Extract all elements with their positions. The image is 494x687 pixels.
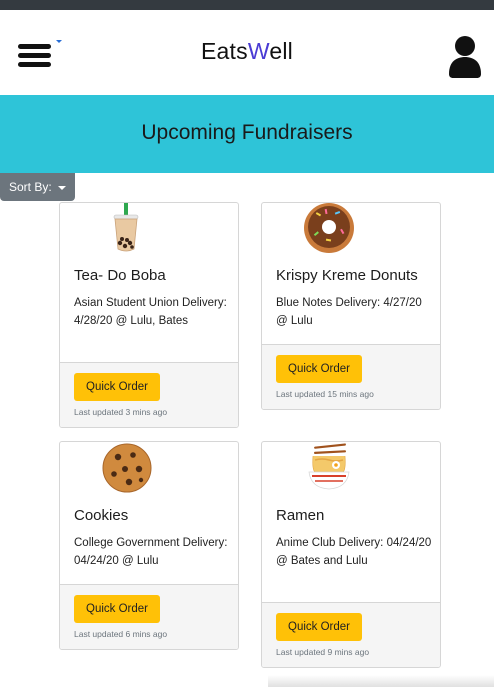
last-updated-text: Last updated 15 mins ago	[276, 389, 374, 399]
fundraiser-card: Ramen Anime Club Delivery: 04/24/20 @ Ba…	[261, 441, 441, 668]
quick-order-button[interactable]: Quick Order	[74, 595, 160, 623]
last-updated-text: Last updated 6 mins ago	[74, 629, 168, 639]
quick-order-button[interactable]: Quick Order	[74, 373, 160, 401]
card-title: Krispy Kreme Donuts	[276, 267, 418, 284]
page-title: Upcoming Fundraisers	[141, 121, 353, 144]
page-header-banner: Upcoming Fundraisers	[0, 95, 494, 173]
quick-order-button[interactable]: Quick Order	[276, 355, 362, 383]
user-account-icon[interactable]	[448, 34, 482, 78]
cookie-icon	[102, 443, 152, 493]
card-title: Tea- Do Boba	[74, 267, 166, 284]
quick-order-button[interactable]: Quick Order	[276, 613, 362, 641]
sort-by-dropdown[interactable]: Sort By:	[0, 173, 75, 201]
top-status-bar	[0, 0, 494, 10]
card-description: Anime Club Delivery: 04/24/20 @ Bates an…	[276, 537, 432, 567]
last-updated-text: Last updated 9 mins ago	[276, 647, 370, 657]
brand-logo[interactable]: EatsWell	[0, 38, 494, 65]
ramen-icon	[308, 443, 350, 490]
card-title: Cookies	[74, 507, 129, 524]
card-description: Asian Student Union Delivery: 4/28/20 @ …	[74, 297, 227, 327]
card-description: Blue Notes Delivery: 4/27/20 @ Lulu	[276, 297, 422, 327]
fundraiser-card: Cookies College Government Delivery: 04/…	[59, 441, 239, 650]
last-updated-text: Last updated 3 mins ago	[74, 407, 168, 417]
card-description: College Government Delivery: 04/24/20 @ …	[74, 537, 228, 567]
fundraiser-card: Tea- Do Boba Asian Student Union Deliver…	[59, 202, 239, 428]
chevron-down-icon	[57, 185, 66, 190]
donut-icon	[304, 203, 354, 253]
boba-tea-icon	[113, 203, 139, 252]
card-footer: Quick Order Last updated 15 mins ago	[262, 344, 440, 409]
card-footer: Quick Order Last updated 9 mins ago	[262, 602, 440, 667]
fundraiser-card: Krispy Kreme Donuts Blue Notes Delivery:…	[261, 202, 441, 410]
scroll-shadow	[268, 675, 494, 687]
card-title: Ramen	[276, 507, 325, 524]
navbar: EatsWell	[0, 10, 494, 95]
card-footer: Quick Order Last updated 3 mins ago	[60, 362, 238, 427]
card-footer: Quick Order Last updated 6 mins ago	[60, 584, 238, 649]
